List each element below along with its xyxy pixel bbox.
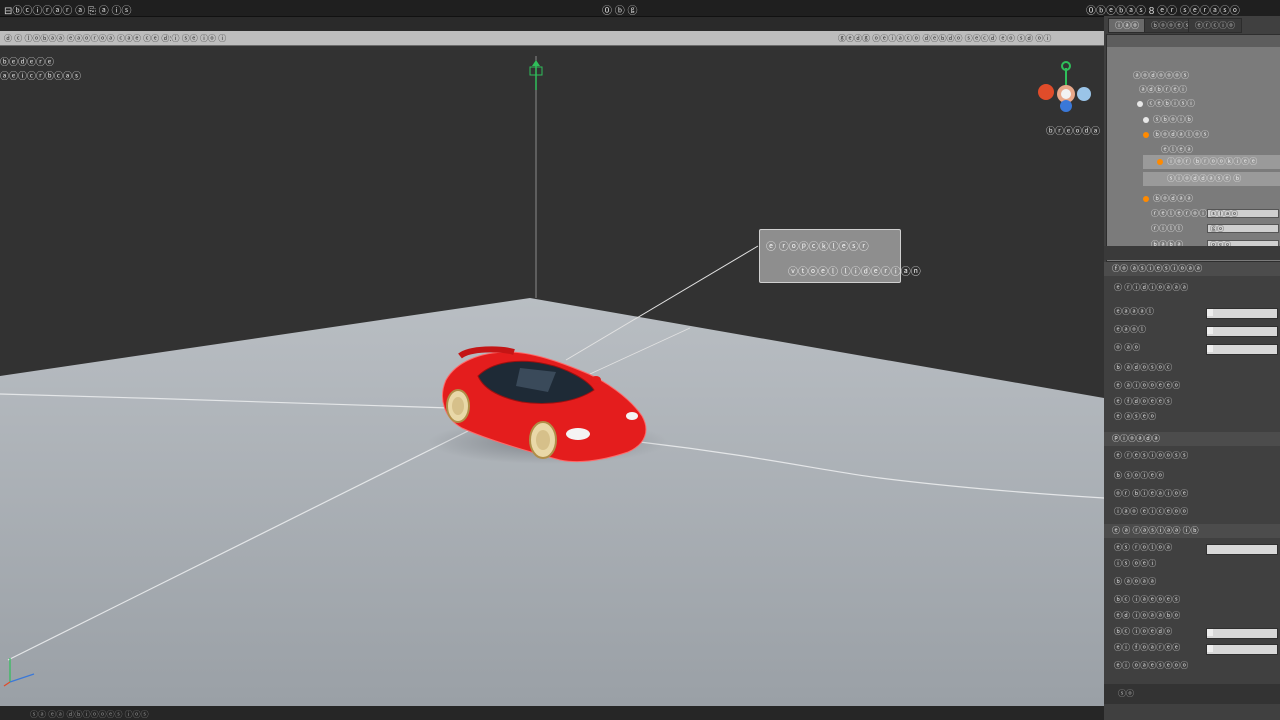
section-header[interactable]: ⓕⓞ ⓐⓢⓘⓔⓢⓘⓞⓐⓐ [1104,262,1280,276]
inspector-field-label: ⓘⓐⓞ ⓔⓘⓒⓔⓞⓞ [1114,507,1189,516]
slider-track[interactable] [1206,326,1278,337]
inspector-field-label: ⓑ ⓐⓞⓐⓐ [1114,577,1157,586]
callout-subtitle: ⓥⓣⓞⓔⓛ ⓛⓘⓓⓔⓡⓘⓐⓝ [788,267,921,278]
pivot-gizmo-icon [529,60,543,90]
inspector-field-label: ⓔⓐⓐⓐⓛ [1114,307,1154,316]
section-header[interactable]: ⓟⓘⓞⓐⓓⓐ [1104,432,1280,446]
tree-item-label: ⓒⓔⓑⓘⓢⓘ [1147,99,1195,108]
inspector-field-label: ⓔⓘ ⓕⓞⓐⓡⓔⓔ [1114,643,1181,652]
toolbar-left-controls[interactable]: ⓓ ⓒ ⓛⓞⓑⓐⓐ ⓔⓐⓞⓡⓞⓐ ⓒⓐⓔ ⓒⓔ ⓓ:ⓘ ⓢⓔ ⓘⓞ ⓘ [4,33,226,44]
tree-item-label: ⓢⓑⓞⓘⓑ [1153,115,1193,124]
account-layout-text[interactable]: ⓪ⓑⓔⓑⓐⓢ 8 ⓔⓡ ⓢⓔⓡⓐⓢⓞ [1086,2,1240,17]
ground-plane [0,298,1104,706]
slider-track[interactable] [1206,308,1278,319]
tree-item[interactable]: ⓢⓑⓞⓘⓑ [1143,113,1193,127]
object-callout-box[interactable]: ⓔ ⓡⓞⓟⓒⓚⓛⓔⓢⓡ ⓥⓣⓞⓔⓛ ⓛⓘⓓⓔⓡⓘⓐⓝ [759,229,921,283]
scene-toolbar: ⓓ ⓒ ⓛⓞⓑⓐⓐ ⓔⓐⓞⓡⓞⓐ ⓒⓐⓔ ⓒⓔ ⓓ:ⓘ ⓢⓔ ⓘⓞ ⓘ ⓖⓔⓓⓖ… [0,31,1104,46]
tab-console[interactable]: ⓔⓡⓒⓘⓞ [1188,18,1242,33]
inspector-field-label: ⓘⓢ ⓞⓔⓘ [1114,559,1157,568]
slider-track[interactable] [1206,344,1278,355]
inspector-field-label: ⓔⓘ ⓞⓐⓔⓢⓔⓞⓞ [1114,661,1189,670]
inspector-field-label: ⓑⓒ ⓘⓐⓔⓞⓔⓢ [1114,595,1181,604]
tree-item[interactable]: ⓐⓓⓑⓡⓔⓘ [1129,83,1187,97]
slider-handle[interactable] [1207,629,1213,636]
tree-item-label: ⓐⓞⓓⓞⓞⓞⓢ [1133,71,1189,80]
scene-overlay-sublabel: ⓐⓔⓘⓒⓡⓑⓒⓐⓢ [0,71,82,81]
toolbar-right-controls[interactable]: ⓖⓔⓓⓖ ⓞⓔⓘⓐⓒⓞ ⓓⓔⓑⓓⓞ ⓢⓔⓒⓓ ⓔⓞ ⓢⓓ ⓞⓘ [838,33,1051,44]
scene-view[interactable]: ⓑⓔⓓⓔⓡⓔ ⓐⓔⓘⓒⓡⓑⓒⓐⓢ ⓑⓡⓔⓞⓓⓐ ⓔ ⓡⓞⓟⓒⓚⓛⓔⓢⓡ ⓥⓣⓞⓔ… [0,46,1104,706]
inspector-field-label: ⓔⓓ ⓘⓞⓐⓐⓑⓞ [1114,611,1181,620]
scene-canvas[interactable] [0,46,1104,706]
dropdown-field[interactable] [1206,544,1278,555]
status-text: ⓢⓐ ⓔⓐ ⓓⓑⓘⓞⓞⓔⓢ ⓘⓞⓢ [30,710,149,719]
slider-handle[interactable] [1207,345,1213,352]
tree-node-icon [1143,195,1149,202]
status-bar: ⓢⓐ ⓔⓐ ⓓⓑⓘⓞⓞⓔⓢ ⓘⓞⓢ [0,706,1104,720]
slider-track[interactable] [1206,644,1278,655]
tab-hierarchy[interactable]: ⓘⓐⓞ [1108,18,1146,33]
tree-node-icon [1143,116,1149,123]
app-menu-text[interactable]: ⊟ⓑⓒⓘⓡⓐⓡ ⓐ ⎘ ⓐ ⓘⓢ [4,2,132,17]
inspector-field-label: ⓑ ⓢⓞⓘⓔⓞ [1114,471,1165,480]
window-title-bar: ⊟ⓑⓒⓘⓡⓐⓡ ⓐ ⎘ ⓐ ⓘⓢ ⓪ ⓑ ⓖ ⓪ⓑⓔⓑⓐⓢ 8 ⓔⓡ ⓢⓔⓡⓐⓢ… [0,0,1280,17]
tree-node-icon [1157,176,1163,182]
inspector-field-label: ⓑⓒ ⓘⓞⓔⓓⓞ [1114,627,1173,636]
tree-node-icon [1137,100,1143,107]
property-field[interactable]: ⓖⓞ [1207,224,1279,233]
inspector-footer: ⓢⓞ [1104,684,1280,704]
tree-item-selected[interactable]: ⓘⓞⓡ ⓑⓡⓞⓞⓚⓘⓔⓔ [1143,155,1280,169]
inspector-field-label: ⓔ ⓐⓢⓔⓞ [1114,412,1157,421]
tree-node-icon [1157,158,1163,165]
tree-node-icon [1123,73,1129,79]
tree-node-icon [1151,147,1157,153]
slider-handle[interactable] [1207,309,1213,316]
play-controls[interactable]: ⓪ ⓑ ⓖ [602,2,638,17]
inspector-field-label: ⓔⓐⓞⓛ [1114,325,1146,334]
hierarchy-panel: ⓐⓞⓓⓞⓞⓞⓢ ⓐⓓⓑⓡⓔⓘ ⓒⓔⓑⓘⓢⓘ ⓢⓑⓞⓘⓑ ⓑⓞⓓⓐⓛⓞⓢ ⓔⓛⓔⓐ… [1106,34,1280,262]
inspector-field-label: ⓔ ⓕⓓⓞⓔⓔⓢ [1114,397,1173,406]
inspector-field-label: ⓞ ⓐⓞ [1114,343,1141,352]
inspector-field-label: ⓞⓡ ⓑⓘⓔⓐⓘⓞⓔ [1114,489,1189,498]
property-label: ⓡⓘⓛⓛ [1151,224,1183,233]
tree-node-icon [1143,131,1149,138]
tree-item[interactable]: ⓒⓔⓑⓘⓢⓘ [1137,97,1195,111]
tree-item[interactable]: ⓑⓞⓓⓐⓛⓞⓢ [1143,128,1209,142]
tree-node-icon [1129,87,1135,93]
property-label: ⓡⓔⓛⓔⓡⓞⓘⓐ [1151,209,1215,218]
gizmo-mode-label[interactable]: ⓑⓡⓔⓞⓓⓐ [1046,124,1100,137]
tree-item-label: ⓢⓘⓞⓓⓓⓐⓢⓔ ⓑ [1167,174,1242,183]
panel-splitter[interactable] [1104,246,1280,260]
callout-title: ⓔ ⓡⓞⓟⓒⓚⓛⓔⓢⓡ [766,242,869,253]
tree-item-label: ⓑⓞⓓⓐⓐ [1153,194,1193,203]
footer-text: ⓢⓞ [1118,689,1134,698]
scene-overlay-label: ⓑⓔⓓⓔⓡⓔ [0,57,55,67]
inspector-field-label: ⓔ ⓐⓘⓞⓞⓔⓔⓞ [1114,381,1181,390]
slider-handle[interactable] [1207,327,1213,334]
section-subheader: ⓔ ⓡⓘⓓⓘⓞⓐⓐⓐ [1114,283,1189,292]
tree-item-selected[interactable]: ⓢⓘⓞⓓⓓⓐⓢⓔ ⓑ [1143,172,1280,186]
tree-item[interactable]: ⓑⓞⓓⓐⓐ [1143,192,1193,206]
tree-item-label: ⓑⓞⓓⓐⓛⓞⓢ [1153,130,1209,139]
inspector-field-label: ⓔⓢ ⓡⓞⓛⓞⓐ [1114,543,1173,552]
slider-track[interactable] [1206,628,1278,639]
view-orientation-gizmo-icon [1038,61,1091,112]
tree-item-label: ⓐⓓⓑⓡⓔⓘ [1139,85,1187,94]
section-header[interactable]: ⓔ ⓐ ⓡⓐⓢⓘⓐⓐ ⓘⓑ [1104,524,1280,538]
inspector-field-label: ⓑ ⓐⓓⓞⓢⓞⓒ [1114,363,1173,372]
right-panel: ⓘⓐⓞ ⓑⓞⓞⓔⓢ ⓔⓡⓒⓘⓞ ⓐⓞⓓⓞⓞⓞⓢ ⓐⓓⓑⓡⓔⓘ ⓒⓔⓑⓘⓢⓘ ⓢⓑ… [1104,16,1280,720]
section-subheader: ⓔ ⓡⓔⓢⓘⓞⓞⓢⓢ [1114,451,1189,460]
tree-item-label: ⓔⓛⓔⓐ [1161,145,1193,154]
slider-handle[interactable] [1207,645,1213,652]
tree-item-label: ⓘⓞⓡ ⓑⓡⓞⓞⓚⓘⓔⓔ [1167,157,1258,166]
property-field[interactable]: ⓢⓛⓐⓞ [1207,209,1279,218]
tree-item[interactable]: ⓐⓞⓓⓞⓞⓞⓢ [1123,69,1189,83]
hierarchy-header [1107,35,1280,47]
